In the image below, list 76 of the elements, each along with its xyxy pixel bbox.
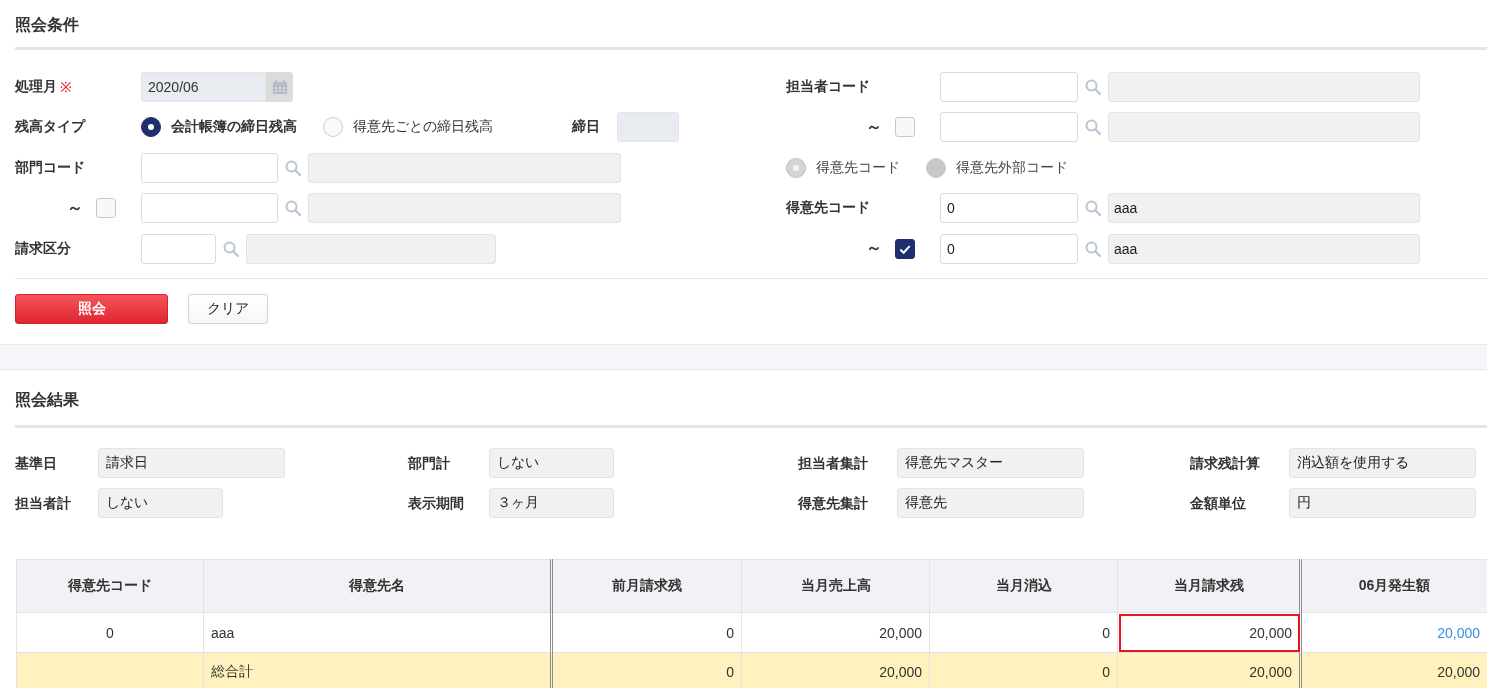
setting-label: 金額単位 bbox=[1190, 494, 1246, 511]
setting-label: 基準日 bbox=[15, 454, 57, 471]
setting-value-field: しない bbox=[489, 448, 614, 478]
setting-label: 部門計 bbox=[408, 454, 450, 471]
table-cell: 総合計 bbox=[203, 652, 552, 688]
name-field: aaa bbox=[1108, 233, 1420, 264]
tilde-label: ～ bbox=[67, 197, 83, 218]
search-icon[interactable] bbox=[1085, 200, 1101, 216]
field-label: 残高タイプ bbox=[15, 118, 85, 136]
setting-value-field: 得意先マスター bbox=[897, 448, 1084, 478]
clear-button[interactable]: クリア bbox=[188, 294, 268, 324]
column-header: 06月発生額 bbox=[1300, 559, 1487, 613]
setting-value-field: しない bbox=[98, 488, 223, 518]
code-input[interactable]: 0 bbox=[940, 233, 1078, 264]
calendar-button[interactable] bbox=[266, 71, 293, 102]
code-input[interactable] bbox=[141, 233, 216, 264]
table-cell: aaa bbox=[203, 612, 552, 653]
table-cell: 0 bbox=[551, 652, 742, 688]
search-icon[interactable] bbox=[285, 159, 301, 176]
column-header: 得意先コード bbox=[16, 559, 204, 613]
table-cell: 20,000 bbox=[1117, 652, 1301, 688]
radio-button[interactable] bbox=[141, 117, 161, 137]
column-header: 当月消込 bbox=[929, 559, 1118, 613]
setting-label: 担当者集計 bbox=[798, 454, 868, 471]
field-label: 得意先コード bbox=[786, 199, 870, 217]
search-icon[interactable] bbox=[1085, 78, 1101, 95]
calendar-icon bbox=[271, 78, 288, 95]
amount-link[interactable]: 20,000 bbox=[1437, 624, 1480, 641]
section-title: 照会条件 bbox=[15, 15, 80, 35]
radio-label: 得意先ごとの締日残高 bbox=[353, 118, 493, 136]
field-label: 請求区分 bbox=[15, 239, 71, 258]
table-cell: 0 bbox=[929, 612, 1118, 653]
radio-label: 得意先コード bbox=[816, 158, 900, 177]
field-label: 処理月 bbox=[15, 77, 57, 96]
search-icon[interactable] bbox=[1085, 240, 1101, 257]
name-field: aaa bbox=[1108, 193, 1420, 223]
setting-value-field: 請求日 bbox=[98, 448, 285, 478]
column-header: 当月請求残 bbox=[1117, 559, 1301, 613]
code-input[interactable] bbox=[141, 152, 278, 183]
setting-label: 担当者計 bbox=[15, 494, 71, 511]
column-header: 前月請求残 bbox=[551, 559, 742, 613]
table-cell: 20,000 bbox=[741, 612, 930, 653]
setting-label: 得意先集計 bbox=[798, 494, 868, 511]
code-input[interactable] bbox=[141, 193, 278, 223]
range-checkbox[interactable] bbox=[895, 238, 915, 259]
table-cell: 0 bbox=[16, 612, 204, 653]
field-label: 部門コード bbox=[15, 158, 85, 177]
tilde-label: ～ bbox=[866, 116, 882, 137]
setting-value-field: 消込額を使用する bbox=[1289, 448, 1476, 478]
search-icon[interactable] bbox=[223, 240, 239, 257]
table-cell: 20,000 bbox=[1300, 652, 1487, 688]
search-icon[interactable] bbox=[285, 200, 301, 216]
table-cell: 20,000 bbox=[741, 652, 930, 688]
setting-value-field: 円 bbox=[1289, 488, 1476, 518]
table-cell: 0 bbox=[551, 612, 742, 653]
column-header: 得意先名 bbox=[203, 559, 552, 613]
setting-label: 表示期間 bbox=[408, 494, 464, 511]
code-input[interactable]: 0 bbox=[940, 193, 1078, 223]
radio-label: 得意先外部コード bbox=[956, 158, 1068, 177]
setting-value-field: 得意先 bbox=[897, 488, 1084, 518]
inquiry-button[interactable]: 照会 bbox=[15, 294, 168, 324]
tilde-label: ～ bbox=[866, 238, 882, 258]
field-label: 締日 bbox=[572, 118, 601, 136]
month-field[interactable]: 2020/06 bbox=[141, 71, 266, 102]
code-input[interactable] bbox=[940, 71, 1078, 102]
table-cell: 20,000 bbox=[1117, 612, 1301, 653]
setting-value-field: ３ヶ月 bbox=[489, 488, 614, 518]
table-cell: 0 bbox=[929, 652, 1118, 688]
setting-label: 請求残計算 bbox=[1190, 454, 1260, 471]
column-header: 当月売上高 bbox=[741, 559, 930, 613]
field-label: 担当者コード bbox=[786, 77, 870, 96]
radio-label: 会計帳簿の締日残高 bbox=[171, 118, 297, 136]
code-input[interactable] bbox=[940, 112, 1078, 142]
required-mark: ※ bbox=[60, 78, 72, 96]
search-icon[interactable] bbox=[1085, 119, 1101, 135]
section-title: 照会結果 bbox=[15, 390, 80, 410]
